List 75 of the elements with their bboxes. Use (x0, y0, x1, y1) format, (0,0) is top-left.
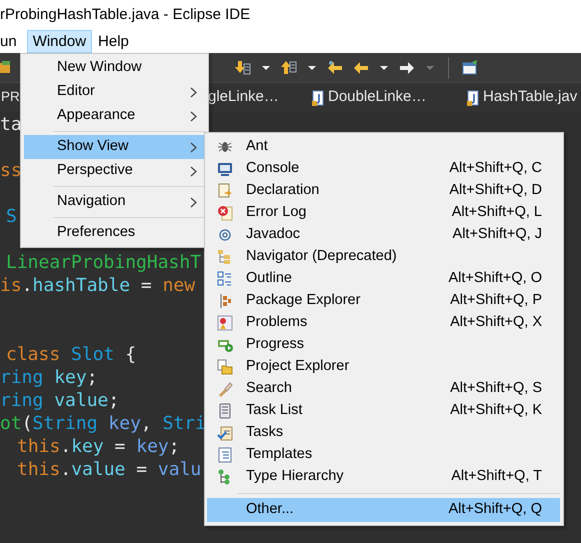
list-icon (217, 403, 233, 419)
code-line: S (6, 205, 17, 228)
shortcut-label: Alt+Shift+Q, Q (448, 500, 542, 520)
menu-item[interactable]: Search Alt+Shift+Q, S (207, 378, 560, 400)
menu-item[interactable]: Tasks (207, 422, 560, 444)
code-line: ot(String key, Stri (0, 412, 206, 435)
shortcut-label: Alt+Shift+Q, O (448, 269, 542, 288)
menu-item[interactable]: Window (26, 30, 92, 53)
menu-item[interactable]: Show View (24, 135, 205, 159)
shortcut-label: Alt+Shift+Q, P (450, 291, 542, 310)
menu-item[interactable]: Task List Alt+Shift+Q, K (207, 400, 560, 422)
menu-item[interactable]: Console Alt+Shift+Q, C (207, 158, 560, 180)
outline-icon (217, 271, 233, 287)
code-line: ring value; (0, 389, 120, 412)
chevron-right-icon (190, 110, 197, 122)
shortcut-label: Alt+Shift+Q, K (450, 401, 542, 420)
progress-icon (217, 337, 233, 353)
error-icon (217, 205, 233, 221)
menu-item[interactable]: Help (92, 30, 135, 53)
checklist-icon (217, 425, 233, 441)
menu-item[interactable]: Problems Alt+Shift+Q, X (207, 312, 560, 334)
menu-item[interactable]: Appearance (24, 104, 205, 128)
menu-item[interactable]: Progress (207, 334, 560, 356)
chevron-right-icon (190, 196, 197, 208)
shortcut-label: Alt+Shift+Q, D (449, 181, 542, 200)
code-line: ta (0, 113, 22, 136)
editor-tab[interactable]: HashTable.jav (459, 86, 578, 109)
menu-item[interactable]: Type Hierarchy Alt+Shift+Q, T (207, 466, 560, 488)
back-arrow-icon[interactable] (327, 60, 343, 76)
package-icon[interactable] (0, 60, 12, 76)
menu-item[interactable]: Perspective (24, 159, 205, 183)
menu-item[interactable]: Javadoc Alt+Shift+Q, J (207, 224, 560, 246)
down-arrow-icon[interactable] (235, 60, 251, 76)
shortcut-label: Alt+Shift+Q, L (452, 203, 542, 222)
editor-tab[interactable]: DoubleLinke… (302, 86, 459, 109)
menu-item[interactable]: Navigator (Deprecated) (207, 246, 560, 268)
code-line: LinearProbingHashT (6, 251, 202, 274)
shortcut-label: Alt+Shift+Q, J (452, 225, 542, 244)
code-line: ss (0, 159, 22, 182)
code-line: is.hashTable = new (0, 274, 196, 297)
chevron-right-icon (190, 86, 197, 98)
window-icon[interactable] (462, 60, 478, 76)
window-title: rProbingHashTable.java - Eclipse IDE (0, 6, 250, 23)
chevron-right-icon (190, 166, 197, 176)
document-icon (217, 183, 233, 199)
menu-item[interactable]: Project Explorer (207, 356, 560, 378)
back-arrow-icon[interactable] (353, 60, 369, 76)
code-line: class Slot { (6, 343, 136, 366)
up-arrow-icon[interactable] (281, 60, 297, 76)
code-line: ring key; (0, 366, 98, 389)
shortcut-label: Alt+Shift+Q, T (451, 467, 542, 486)
menu-item[interactable]: Outline Alt+Shift+Q, O (207, 268, 560, 290)
menu-item[interactable]: Templates (207, 444, 560, 466)
menu-item[interactable]: Preferences (24, 221, 205, 245)
menu-item[interactable]: Other... Alt+Shift+Q, Q (207, 498, 560, 522)
shortcut-label: Alt+Shift+Q, C (449, 159, 542, 178)
menu-item[interactable]: un (0, 30, 23, 53)
monitor-icon (217, 161, 233, 177)
folder-icon (217, 359, 233, 375)
menu-item[interactable]: Editor (24, 80, 205, 104)
forward-arrow-icon[interactable] (399, 60, 415, 76)
template-icon (217, 447, 233, 463)
menu-item[interactable]: Package Explorer Alt+Shift+Q, P (207, 290, 560, 312)
menu-item[interactable]: Error Log Alt+Shift+Q, L (207, 202, 560, 224)
code-line: this.value = valu (17, 458, 202, 481)
folder-tree-icon (217, 249, 233, 265)
problems-icon (217, 315, 233, 331)
menu-item[interactable]: Ant (207, 136, 560, 158)
shortcut-label: Alt+Shift+Q, S (450, 379, 542, 398)
shortcut-label: Alt+Shift+Q, X (450, 313, 542, 332)
menu-item[interactable]: Declaration Alt+Shift+Q, D (207, 180, 560, 202)
code-line: this.key = key; (17, 435, 180, 458)
chevron-right-icon (190, 142, 197, 152)
menu-item[interactable]: Navigation (24, 190, 205, 214)
bug-icon (217, 139, 233, 155)
